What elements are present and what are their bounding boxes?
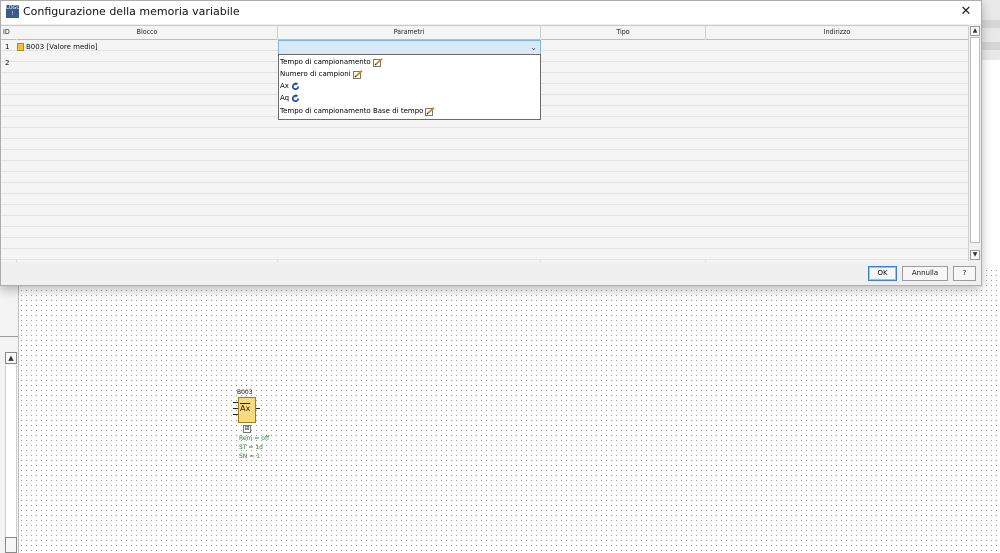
function-block-b003[interactable]: Ax [238, 397, 256, 423]
table-row [1, 172, 968, 183]
cancel-button[interactable]: Annulla [902, 266, 948, 281]
row-1-block[interactable]: B003 [Valore medio] [17, 42, 98, 52]
edit-icon [425, 106, 436, 116]
dropdown-option-ax[interactable]: Ax [280, 81, 300, 91]
table-row [1, 238, 968, 249]
option-label: Ax [280, 82, 289, 90]
edit-icon [352, 69, 363, 79]
table-row [1, 183, 968, 194]
variable-memory-dialog: LOGO! Configurazione della memoria varia… [0, 0, 982, 286]
table-row [1, 216, 968, 227]
expand-icon[interactable]: ⊞ [243, 425, 251, 433]
option-label: Aq [280, 94, 290, 102]
dropdown-option-numero-campioni[interactable]: Numero di campioni [280, 69, 363, 79]
table-row [1, 161, 968, 172]
parameter-dropdown[interactable]: ⌄ [278, 40, 541, 55]
option-label: Tempo di campionamento Base di tempo [280, 107, 424, 115]
background-toolbar-edge [980, 0, 1000, 60]
row-2-id: 2 [5, 59, 10, 67]
left-scroll-down-button[interactable] [5, 537, 17, 553]
parameter-dropdown-list: Tempo di campionamento Numero di campion… [278, 54, 541, 120]
ok-button[interactable]: OK [868, 266, 897, 281]
refresh-icon [292, 93, 300, 102]
column-header-blocco[interactable]: Blocco [17, 26, 278, 40]
logo-icon: LOGO! [6, 5, 21, 18]
table-row [1, 249, 968, 260]
column-header-tipo[interactable]: Tipo [541, 26, 706, 40]
table-row [1, 227, 968, 238]
option-label: Tempo di campionamento [280, 58, 371, 66]
close-button[interactable]: ✕ [954, 2, 978, 22]
block-param-sn: SN = 1 [239, 453, 260, 460]
block-name-label: B003 [237, 389, 253, 396]
dropdown-option-aq[interactable]: Aq [280, 93, 300, 103]
left-scrollbar-track[interactable] [5, 365, 17, 541]
block-parameters: Rem = off ST = 1d SN = 1 [239, 434, 269, 461]
scroll-up-button[interactable]: ▲ [970, 26, 980, 36]
dialog-titlebar[interactable]: LOGO! Configurazione della memoria varia… [1, 1, 981, 24]
block-icon [17, 43, 24, 51]
table-row [1, 150, 968, 161]
help-button[interactable]: ? [953, 266, 976, 281]
edit-icon [372, 57, 383, 67]
table-scrollbar[interactable]: ▲ ▼ [968, 25, 980, 261]
row-1-id: 1 [5, 43, 10, 51]
block-param-rem: Rem = off [239, 435, 270, 442]
scroll-thumb[interactable] [970, 37, 980, 243]
left-scroll-up-button[interactable]: ▲ [5, 352, 17, 364]
column-header-parametri[interactable]: Parametri [278, 26, 541, 40]
dropdown-option-tempo-base[interactable]: Tempo di campionamento Base di tempo [280, 106, 436, 116]
table-row [1, 139, 968, 150]
refresh-icon [291, 81, 300, 90]
scroll-down-button[interactable]: ▼ [970, 250, 980, 260]
dialog-title: Configurazione della memoria variabile [23, 5, 240, 18]
block-param-st: ST = 1d [239, 444, 263, 451]
column-header-id[interactable]: ID [1, 26, 18, 40]
chevron-down-icon[interactable]: ⌄ [530, 41, 537, 54]
table-row [1, 205, 968, 216]
column-header-indirizzo[interactable]: Indirizzo [706, 26, 968, 40]
diagram-canvas[interactable] [19, 268, 1000, 553]
block-symbol: Ax [240, 404, 251, 413]
table-row [1, 128, 968, 139]
table-row [1, 194, 968, 205]
option-label: Numero di campioni [280, 70, 351, 78]
dropdown-option-tempo-campionamento[interactable]: Tempo di campionamento [280, 57, 383, 67]
row-1-block-label: B003 [Valore medio] [26, 43, 98, 51]
